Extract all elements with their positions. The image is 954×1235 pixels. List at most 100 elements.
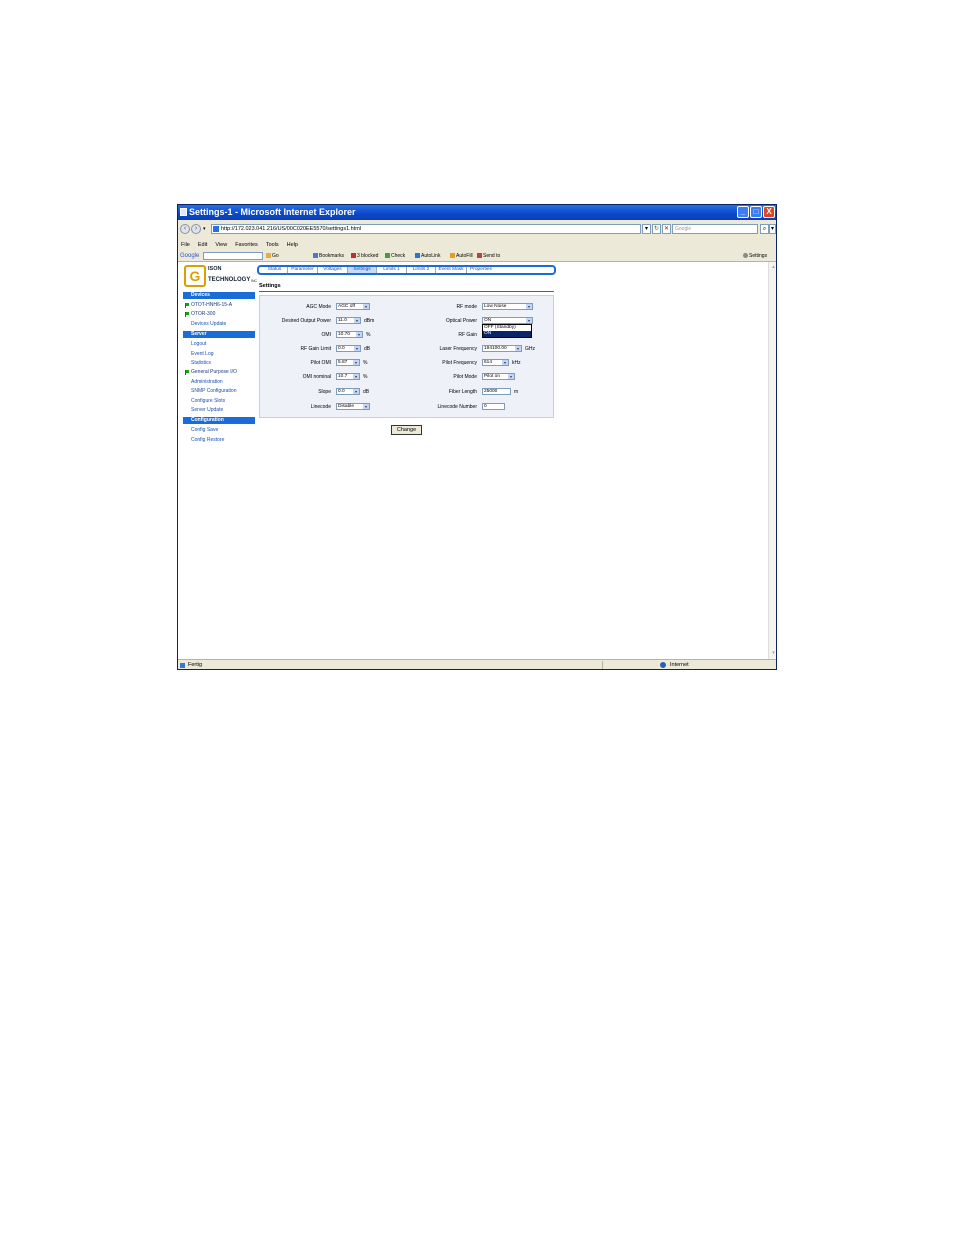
pilot-frequency-label: Pilot Frequency bbox=[442, 360, 477, 366]
status-text: Fertig bbox=[188, 662, 203, 668]
pilot-omi-unit: % bbox=[363, 360, 368, 366]
address-toolbar: ‹ › ▾ http://172.023.041.216/US/00C020EE… bbox=[178, 220, 776, 240]
google-toolbar: Google Go Bookmarks 3 blocked Check Auto… bbox=[178, 250, 776, 262]
maximize-button[interactable]: □ bbox=[750, 206, 762, 218]
sidebar-item-server-update[interactable]: Server Update bbox=[183, 406, 255, 415]
address-dropdown-icon[interactable]: ▾ bbox=[642, 224, 651, 234]
tab-limits-1[interactable]: Limits 1 bbox=[377, 267, 407, 273]
menu-file[interactable]: File bbox=[181, 242, 190, 248]
history-dropdown-icon[interactable]: ▾ bbox=[203, 226, 206, 232]
google-brand: Google bbox=[180, 253, 200, 259]
back-icon[interactable]: ‹ bbox=[180, 224, 190, 234]
sidebar-item-configure-slots[interactable]: Configure Slots bbox=[183, 397, 255, 406]
sidebar-item-statistics[interactable]: Statistics bbox=[183, 359, 255, 368]
omi-nominal-select[interactable]: 10.7 ▾ bbox=[336, 373, 360, 380]
sidebar-item-config-restore[interactable]: Config Restore bbox=[183, 436, 255, 445]
menu-tools[interactable]: Tools bbox=[266, 242, 279, 248]
settings-panel: AGC Mode AGC off ▾ Desired Output Power 1… bbox=[259, 295, 554, 418]
rf-mode-value: Low Noise bbox=[484, 304, 507, 309]
scroll-down-icon[interactable]: ▾ bbox=[770, 650, 776, 657]
star-icon bbox=[313, 253, 318, 259]
globe-icon bbox=[660, 662, 666, 668]
tab-bar: Status Parameter Voltages Settings Limit… bbox=[257, 265, 556, 275]
slope-select[interactable]: 0.0 ▾ bbox=[336, 388, 360, 395]
search-input[interactable]: Google bbox=[672, 224, 758, 234]
refresh-icon[interactable]: ↻ bbox=[652, 224, 661, 234]
rf-mode-select[interactable]: Low Noise ▾ bbox=[482, 303, 533, 310]
autofill-icon bbox=[450, 253, 455, 259]
scroll-up-icon[interactable]: ▴ bbox=[770, 264, 776, 271]
sidebar-item-devices-update[interactable]: Devices Update bbox=[183, 320, 255, 329]
tab-parameter[interactable]: Parameter bbox=[288, 267, 318, 273]
tab-properties[interactable]: Properties bbox=[467, 267, 495, 273]
google-go-label: Go bbox=[272, 253, 279, 259]
send-to-button[interactable]: Send to bbox=[477, 250, 500, 262]
sidebar-item-snmp-configuration[interactable]: SNMP Configuration bbox=[183, 387, 255, 396]
sidebar-item-config-save[interactable]: Config Save bbox=[183, 426, 255, 435]
autolink-button[interactable]: AutoLink bbox=[415, 250, 440, 262]
search-options-icon[interactable]: ▾ bbox=[769, 224, 776, 234]
forward-icon[interactable]: › bbox=[191, 224, 201, 234]
optical-power-label: Optical Power bbox=[445, 318, 477, 324]
pilot-frequency-unit: kHz bbox=[512, 360, 521, 366]
blocked-label: 3 blocked bbox=[357, 253, 379, 259]
sidebar-item-event-log[interactable]: Event Log bbox=[183, 350, 255, 359]
menu-edit[interactable]: Edit bbox=[198, 242, 207, 248]
autofill-button[interactable]: AutoFill bbox=[450, 250, 473, 262]
sidebar-item-administration[interactable]: Administration bbox=[183, 378, 255, 387]
omi-select[interactable]: 10.70 ▾ bbox=[336, 331, 363, 338]
omi-label: OMI bbox=[321, 332, 331, 338]
menu-view[interactable]: View bbox=[215, 242, 227, 248]
sidebar-item-logout[interactable]: Logout bbox=[183, 340, 255, 349]
chevron-down-icon: ▾ bbox=[363, 404, 369, 409]
desired-output-power-select[interactable]: 11.0 ▾ bbox=[336, 317, 361, 324]
tab-limits-2[interactable]: Limits 2 bbox=[407, 267, 436, 273]
title-bar[interactable]: Settings-1 - Microsoft Internet Explorer… bbox=[178, 205, 776, 220]
change-button[interactable]: Change bbox=[391, 425, 422, 435]
linecode-number-input[interactable]: 0 bbox=[482, 403, 505, 410]
laser-frequency-select[interactable]: 194100.00 ▾ bbox=[482, 345, 522, 352]
popup-blocker-button[interactable]: 3 blocked bbox=[351, 250, 378, 262]
optical-power-select[interactable]: ON ▾ bbox=[482, 317, 533, 324]
search-icon[interactable]: ⌕ bbox=[760, 224, 769, 234]
tab-voltages[interactable]: Voltages bbox=[318, 267, 348, 273]
address-url: http://172.023.041.216/US/00C020EE5570/s… bbox=[221, 226, 362, 232]
tab-event-mask[interactable]: Event Mask bbox=[436, 267, 467, 273]
menu-favorites[interactable]: Favorites bbox=[235, 242, 258, 248]
bookmarks-button[interactable]: Bookmarks bbox=[313, 250, 344, 262]
agc-mode-label: AGC Mode bbox=[306, 304, 331, 310]
pilot-frequency-select[interactable]: 614 ▾ bbox=[482, 359, 509, 366]
pilot-omi-label: Pilot OMI bbox=[310, 360, 331, 366]
omi-nominal-value: 10.7 bbox=[338, 374, 348, 379]
google-go-button[interactable]: Go bbox=[266, 250, 279, 262]
optical-power-options: OFF (Standby) ON bbox=[482, 324, 532, 338]
check-button[interactable]: Check bbox=[385, 250, 405, 262]
stop-icon[interactable]: ✕ bbox=[662, 224, 671, 234]
close-button[interactable]: X bbox=[763, 206, 775, 218]
sidebar-device-otot[interactable]: OTOT-HNH6-15-A bbox=[183, 301, 255, 310]
rf-mode-label: RF mode bbox=[456, 304, 477, 310]
autolink-label: AutoLink bbox=[421, 253, 441, 259]
sidebar-item-general-purpose-io[interactable]: General Purpose I/O bbox=[183, 368, 255, 377]
pilot-mode-select[interactable]: Pilot on ▾ bbox=[482, 373, 515, 380]
linecode-select[interactable]: Disable ▾ bbox=[336, 403, 370, 410]
pilot-omi-select[interactable]: 5.87 ▾ bbox=[336, 359, 360, 366]
option-on[interactable]: ON bbox=[483, 331, 531, 337]
chevron-down-icon: ▾ bbox=[502, 360, 508, 365]
chevron-down-icon: ▾ bbox=[353, 389, 359, 394]
page-icon bbox=[213, 226, 219, 232]
address-input[interactable]: http://172.023.041.216/US/00C020EE5570/s… bbox=[211, 224, 641, 234]
title-divider bbox=[259, 291, 554, 292]
vertical-scrollbar[interactable]: ▴ ▾ bbox=[768, 262, 776, 659]
menu-help[interactable]: Help bbox=[287, 242, 298, 248]
rf-gain-limit-select[interactable]: 0.0 ▾ bbox=[336, 345, 361, 352]
fiber-length-input[interactable]: 25000 bbox=[482, 388, 511, 395]
google-search-input[interactable] bbox=[203, 252, 263, 260]
google-settings-button[interactable]: Settings bbox=[743, 250, 767, 262]
tab-settings[interactable]: Settings bbox=[348, 267, 377, 273]
agc-mode-select[interactable]: AGC off ▾ bbox=[336, 303, 370, 310]
tab-status[interactable]: Status bbox=[262, 267, 288, 273]
sidebar-device-otor[interactable]: OTOR-300 bbox=[183, 310, 255, 319]
minimize-button[interactable]: _ bbox=[737, 206, 749, 218]
slope-value: 0.0 bbox=[338, 389, 345, 394]
